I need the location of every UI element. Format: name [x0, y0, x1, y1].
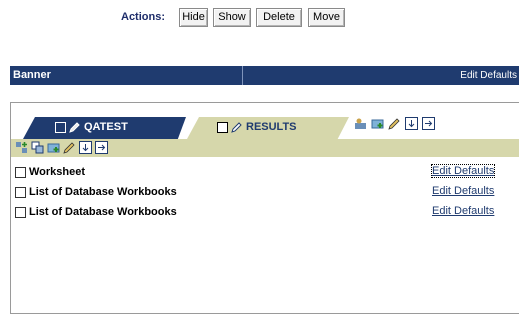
tab-qatest[interactable]: QATEST [23, 117, 186, 139]
move-down-icon[interactable] [79, 141, 92, 154]
tab-strip: QATEST RESULTS [11, 103, 519, 139]
banner-divider [242, 66, 243, 85]
list-item: Worksheet Edit Defaults [11, 164, 519, 185]
add-portlet-icon[interactable] [15, 141, 28, 154]
list-item: List of Database Workbooks Edit Defaults [11, 185, 519, 205]
tab-qatest-label: QATEST [84, 121, 128, 133]
copy-icon[interactable] [31, 141, 44, 154]
row-checkbox[interactable] [15, 207, 26, 218]
pencil-icon[interactable] [69, 121, 81, 133]
actions-bar: Actions: Hide Show Delete Move [0, 8, 519, 28]
list-item: List of Database Workbooks Edit Defaults [11, 205, 519, 225]
move-button[interactable]: Move [308, 8, 345, 27]
tab-results[interactable]: RESULTS [187, 117, 349, 139]
pencil-icon[interactable] [231, 121, 243, 133]
row-title: List of Database Workbooks [29, 186, 177, 198]
row-checkbox[interactable] [15, 187, 26, 198]
row-title: Worksheet [29, 166, 86, 178]
edit-defaults-link[interactable]: Edit Defaults [432, 205, 494, 217]
tab-results-label: RESULTS [246, 121, 297, 133]
edit-pencil-icon[interactable] [63, 141, 76, 154]
banner-bar: Banner Edit Defaults [10, 66, 519, 85]
tab-toolbar [354, 117, 435, 130]
portlet-toolbar [11, 139, 519, 157]
customize-tabs-icon[interactable] [354, 117, 367, 130]
tabbed-portlet: QATEST RESULTS Worksheet Edit Defaults L… [10, 102, 519, 314]
move-right-icon[interactable] [95, 141, 108, 154]
move-right-icon[interactable] [422, 117, 435, 130]
tab-qatest-checkbox[interactable] [55, 121, 66, 133]
add-folder-icon[interactable] [371, 117, 384, 130]
actions-label: Actions: [121, 11, 165, 23]
banner-edit-defaults-link[interactable]: Edit Defaults [460, 70, 517, 81]
portlet-list: Worksheet Edit Defaults List of Database… [11, 164, 519, 225]
banner-title: Banner [13, 69, 51, 81]
edit-defaults-link[interactable]: Edit Defaults [432, 185, 494, 197]
show-button[interactable]: Show [213, 8, 251, 27]
row-checkbox[interactable] [15, 167, 26, 178]
add-folder-icon[interactable] [47, 141, 60, 154]
row-title: List of Database Workbooks [29, 206, 177, 218]
edit-pencil-icon[interactable] [388, 117, 401, 130]
hide-button[interactable]: Hide [179, 8, 208, 27]
tab-results-checkbox[interactable] [217, 121, 228, 133]
move-down-icon[interactable] [405, 117, 418, 130]
edit-defaults-link[interactable]: Edit Defaults [430, 164, 496, 178]
delete-button[interactable]: Delete [256, 8, 302, 27]
